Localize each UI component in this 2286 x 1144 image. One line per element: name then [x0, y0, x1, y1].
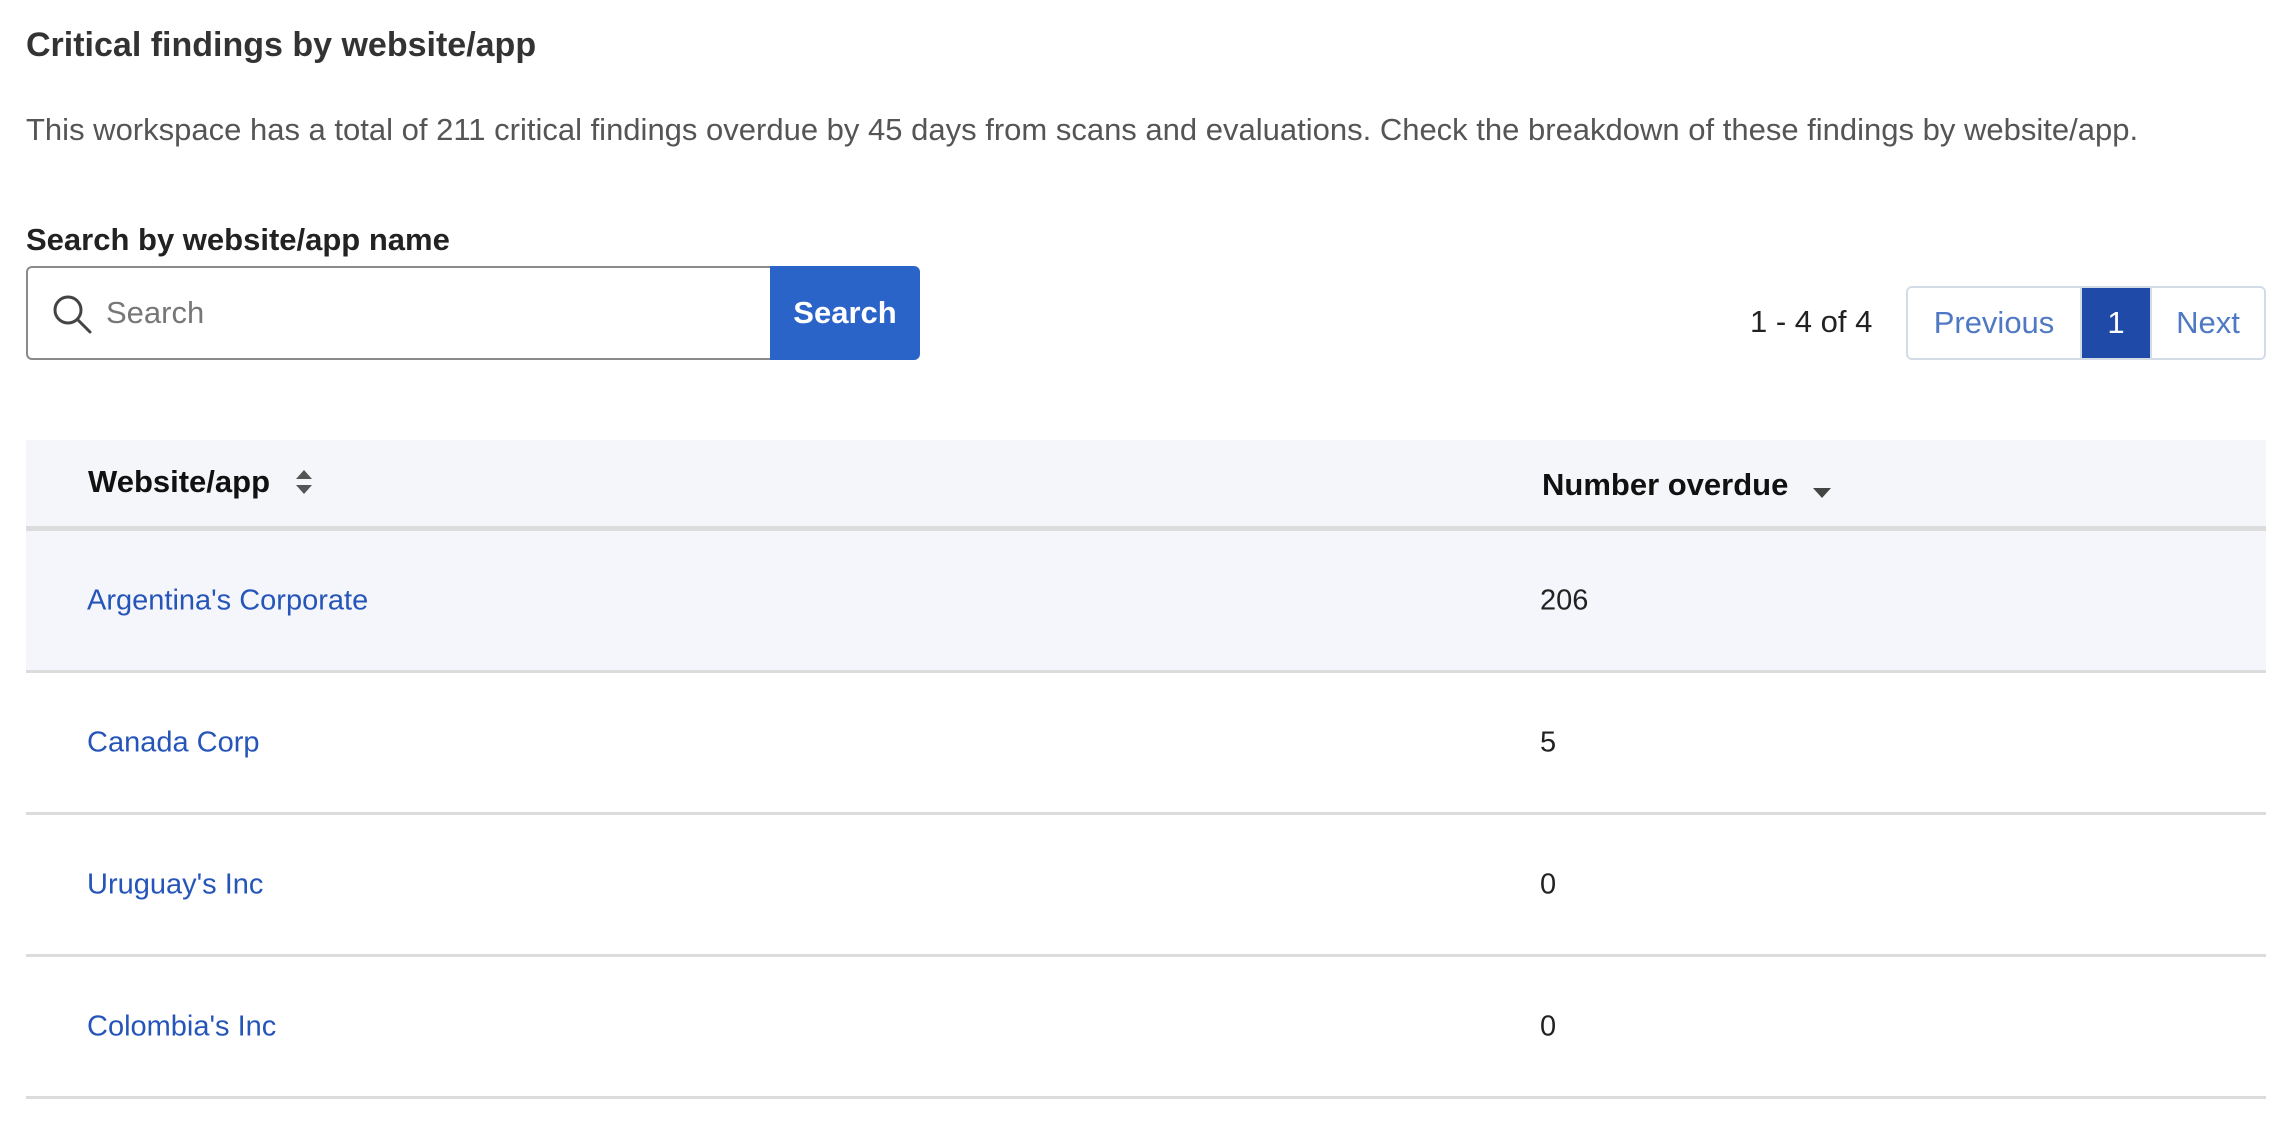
website-link[interactable]: Canada Corp — [87, 726, 260, 759]
next-page-button[interactable]: Next — [2150, 288, 2264, 358]
sort-down-icon — [1813, 488, 1832, 498]
pagination-range: 1 - 4 of 4 — [1750, 304, 1873, 339]
column-header-website[interactable]: Website/app — [88, 464, 314, 500]
column-header-number-overdue[interactable]: Number overdue — [1542, 464, 1832, 506]
table-row: Argentina's Corporate 206 — [26, 531, 2266, 673]
website-link[interactable]: Uruguay's Inc — [87, 868, 263, 901]
column-header-label: Website/app — [88, 464, 271, 499]
overdue-count: 5 — [1540, 726, 1557, 758]
table-row: Uruguay's Inc 0 — [26, 815, 2266, 957]
sort-both-icon — [296, 470, 313, 494]
search-button[interactable]: Search — [770, 266, 920, 360]
pagination: Previous 1 Next — [1906, 286, 2266, 360]
table-row: Colombia's Inc 0 — [26, 957, 2266, 1099]
search-field[interactable] — [26, 266, 770, 360]
previous-page-button[interactable]: Previous — [1908, 288, 2082, 358]
search-label: Search by website/app name — [26, 222, 450, 257]
section-description: This workspace has a total of 211 critic… — [26, 112, 2139, 147]
page-1-button[interactable]: 1 — [2082, 288, 2150, 358]
overdue-count: 206 — [1540, 584, 1589, 616]
search-input[interactable] — [106, 282, 746, 344]
search-icon — [53, 295, 92, 334]
website-link[interactable]: Argentina's Corporate — [87, 584, 368, 617]
website-link[interactable]: Colombia's Inc — [87, 1010, 276, 1043]
table-header: Website/app Number overdue — [26, 440, 2266, 531]
overdue-count: 0 — [1540, 868, 1557, 900]
overdue-count: 0 — [1540, 1010, 1557, 1042]
table-row: Canada Corp 5 — [26, 673, 2266, 815]
section-title: Critical findings by website/app — [26, 26, 537, 64]
findings-table: Website/app Number overdue Argentina's C… — [26, 440, 2266, 1099]
column-header-label: Number overdue — [1542, 467, 1789, 502]
